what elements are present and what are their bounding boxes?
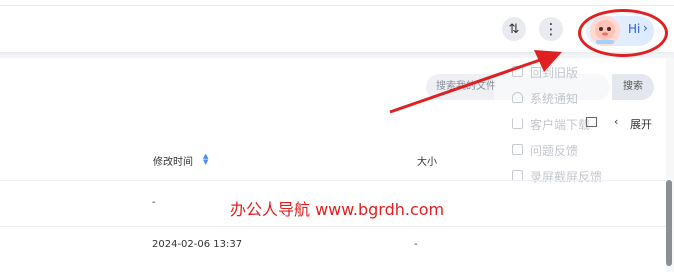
header-divider (0, 5, 674, 6)
column-header-modified[interactable]: 修改时间 (153, 153, 193, 168)
avatar[interactable] (590, 16, 620, 46)
grid-view-icon[interactable] (586, 117, 597, 127)
sort-icon[interactable]: ⇅ (502, 17, 526, 41)
menu-item-feedback[interactable]: 问题反馈 (530, 142, 578, 159)
sort-arrows-icon[interactable]: ▲ ▼ (203, 153, 209, 166)
bell-icon (512, 92, 523, 103)
table-row-modified: 2024-02-06 13:37 (152, 239, 243, 250)
feedback-icon (512, 144, 523, 155)
watermark-text: 办公人导航 www.bgrdh.com (230, 200, 445, 219)
search-button[interactable]: 搜索 (612, 74, 654, 100)
menu-item-notifications[interactable]: 系统通知 (530, 90, 578, 107)
more-options-icon[interactable]: ⋮ (539, 17, 563, 41)
table-row-modified: - (152, 197, 156, 208)
menu-item-recording-feedback[interactable]: 录屏截屏反馈 (530, 168, 602, 185)
scrollbar-thumb[interactable] (666, 180, 672, 266)
chevron-right-icon[interactable]: › (643, 21, 648, 35)
avatar-face-icon (595, 20, 615, 44)
chevron-left-icon[interactable]: ‹ (614, 115, 618, 128)
back-icon (512, 66, 523, 77)
row-divider (0, 180, 666, 181)
column-header-size[interactable]: 大小 (417, 153, 437, 168)
download-icon (512, 118, 523, 129)
menu-item-back-to-old[interactable]: 回到旧版 (530, 64, 578, 81)
top-header (0, 0, 674, 52)
greeting-label[interactable]: Hi (628, 22, 640, 36)
row-divider (0, 226, 666, 227)
menu-item-client-download[interactable]: 客户端下载 (530, 116, 590, 133)
table-row-size: - (414, 239, 418, 250)
expand-button[interactable]: 展开 (630, 116, 652, 132)
